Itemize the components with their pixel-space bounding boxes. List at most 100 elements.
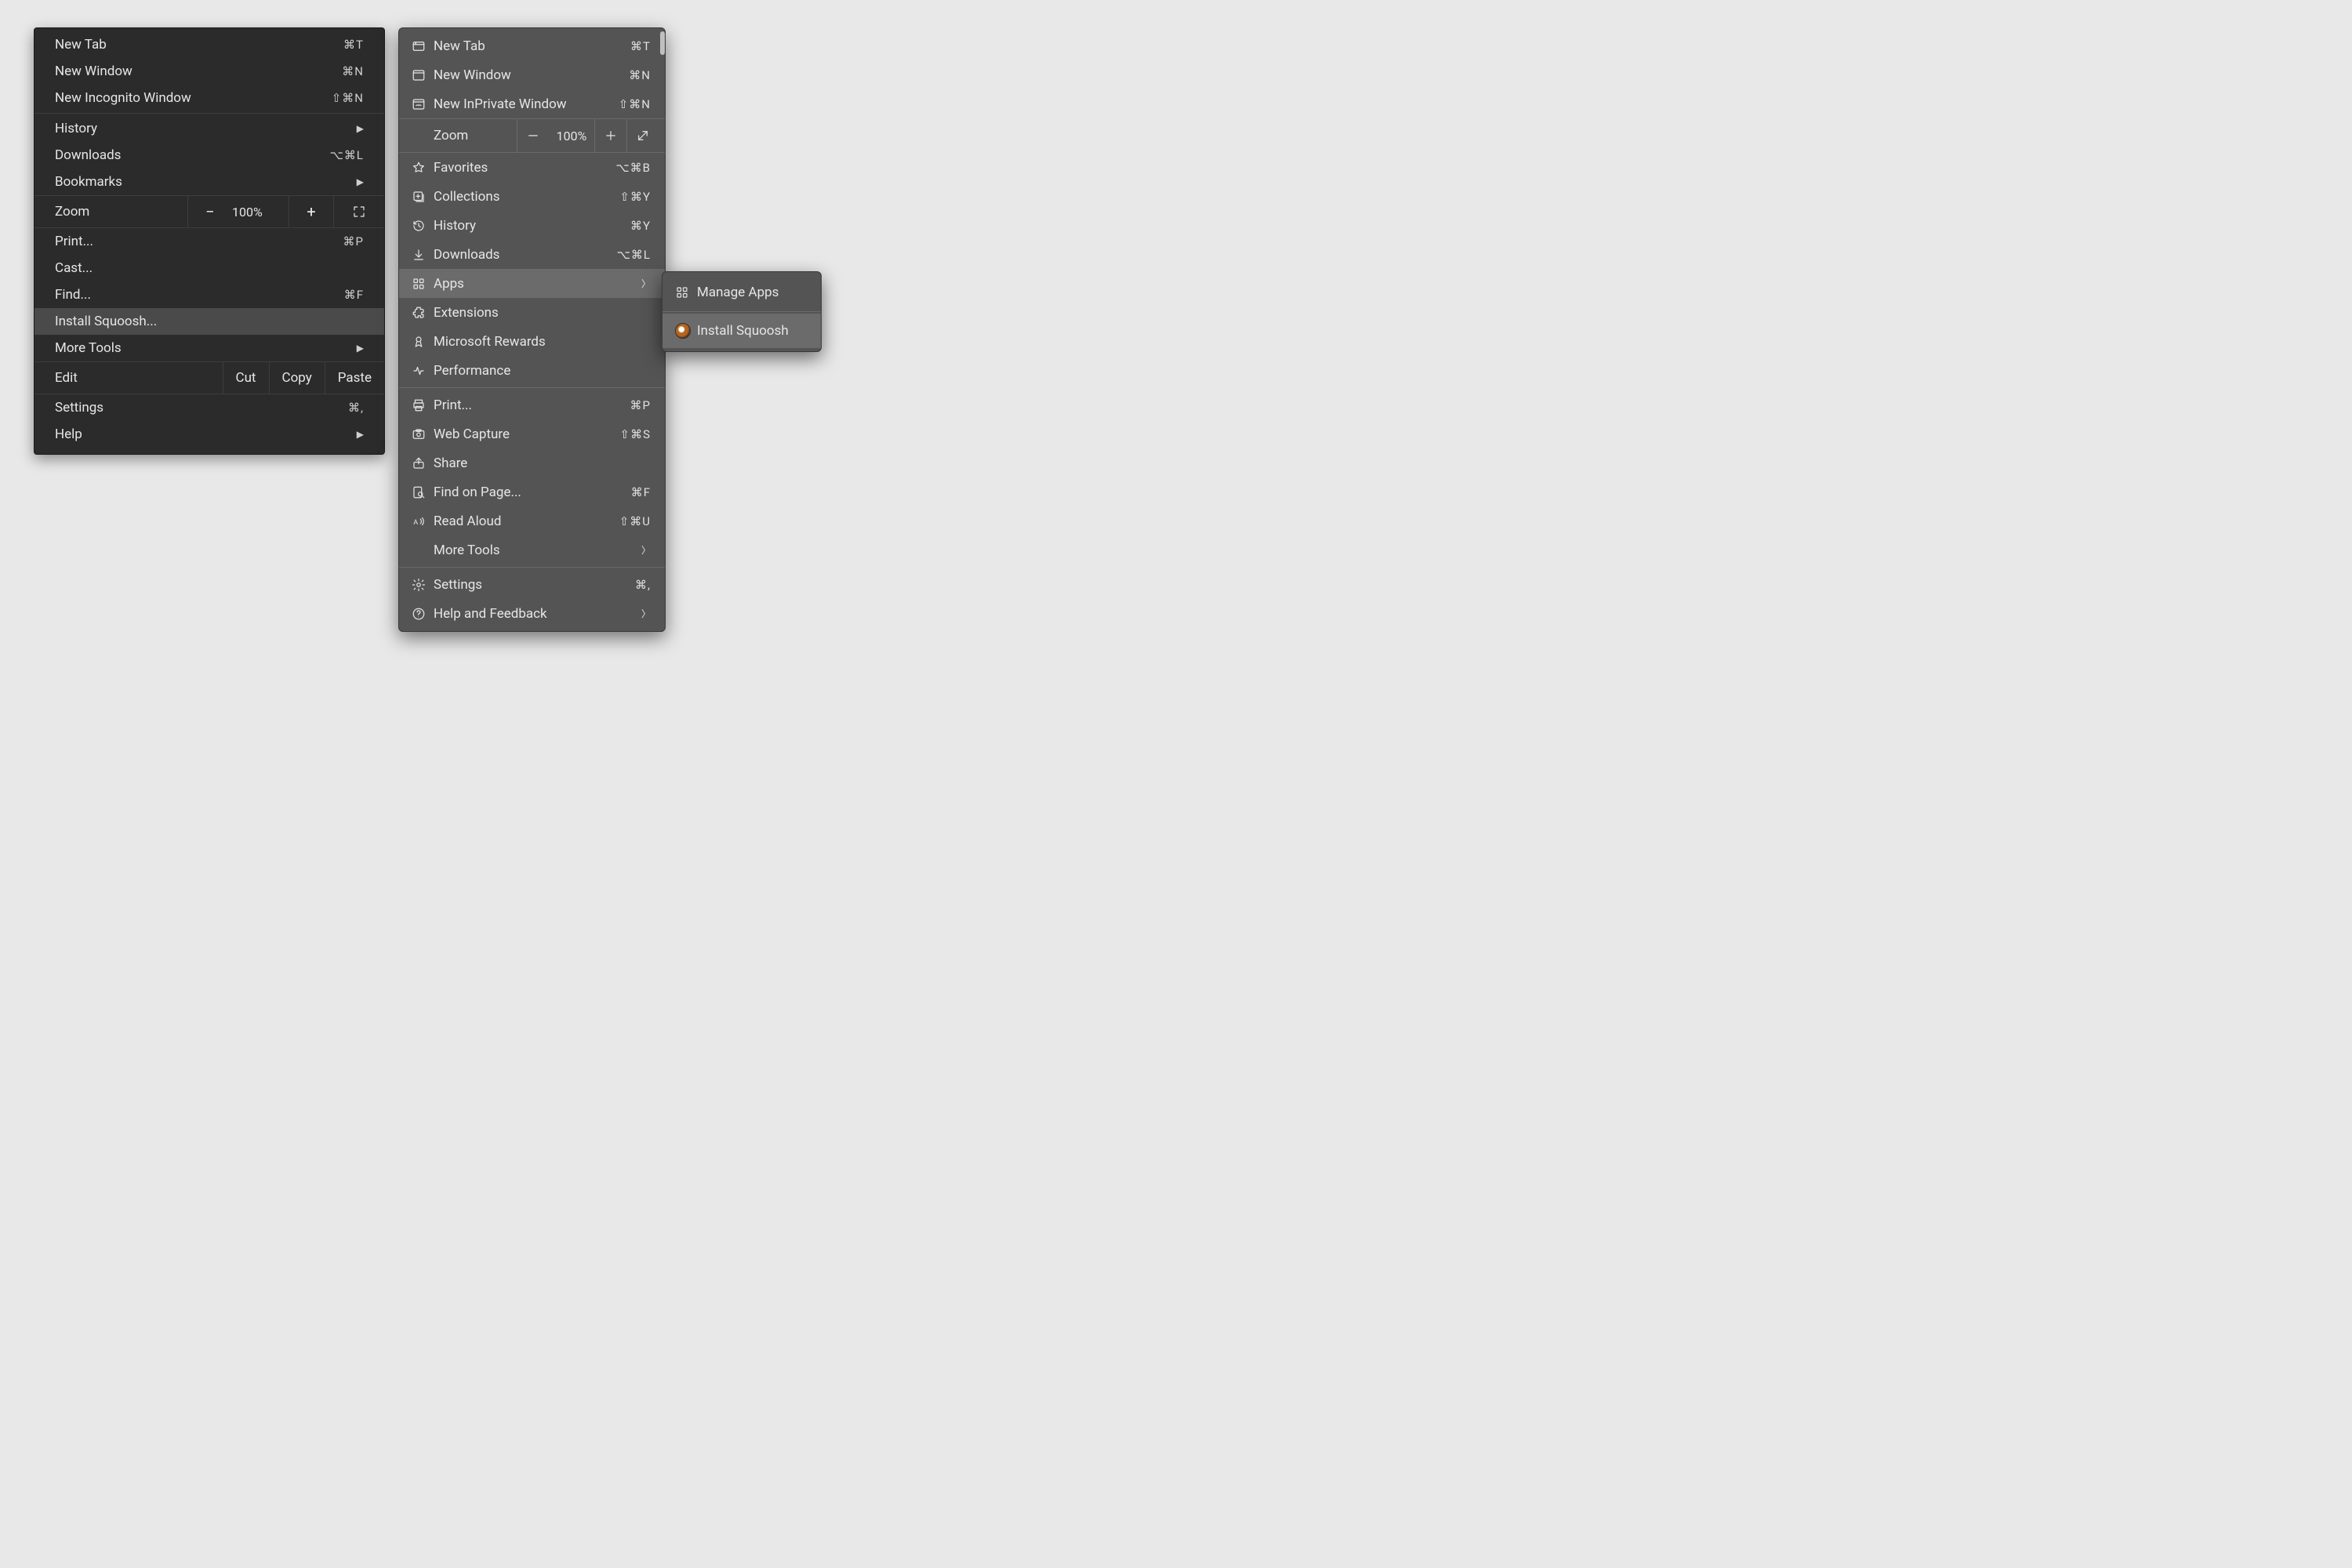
menu-label: Print... [434,397,630,413]
share-icon [412,456,434,470]
menu-label: Share [434,456,651,471]
menu-label: Read Aloud [434,514,619,529]
edit-label: Edit [34,362,223,394]
shortcut: ⌥⌘L [330,148,364,162]
apps-icon [675,285,697,299]
menu-item-web-capture[interactable]: Web Capture ⇧⌘S [399,419,665,448]
fullscreen-button[interactable] [333,196,384,227]
shortcut: ⌘N [629,68,651,82]
zoom-out-button[interactable]: − [187,196,232,227]
submenu-item-install-squoosh[interactable]: Install Squoosh [662,314,821,348]
chevron-right-icon: ▶ [357,429,364,440]
extensions-icon [412,306,434,320]
chevron-right-icon: 〉 [641,607,651,620]
zoom-out-button[interactable] [517,119,549,152]
zoom-in-button[interactable] [594,119,626,152]
apps-icon [412,277,434,291]
menu-item-history[interactable]: History ⌘Y [399,211,665,240]
menu-item-microsoft-rewards[interactable]: Microsoft Rewards [399,327,665,356]
menu-item-extensions[interactable]: Extensions [399,298,665,327]
menu-label: Cast... [55,260,364,276]
shortcut: ⌘P [630,398,651,412]
collections-icon [412,190,434,204]
menu-label: Extensions [434,305,651,321]
plus-icon [604,129,618,143]
help-icon [412,607,434,621]
menu-item-settings[interactable]: Settings ⌘, [34,394,384,421]
menu-item-new-incognito-window[interactable]: New Incognito Window ⇧⌘N [34,85,384,111]
chevron-right-icon: ▶ [357,343,364,354]
chevron-right-icon: ▶ [357,123,364,134]
menu-item-install-squoosh[interactable]: Install Squoosh... [34,308,384,335]
menu-label: New InPrivate Window [434,96,619,112]
zoom-in-button[interactable]: + [289,196,333,227]
chevron-right-icon: 〉 [641,543,651,557]
menu-item-apps[interactable]: Apps 〉 [399,269,665,298]
chevron-right-icon: 〉 [641,277,651,290]
zoom-label: Zoom [34,204,187,220]
shortcut: ⌥⌘L [617,248,651,262]
edge-apps-submenu: Manage Apps Install Squoosh [662,271,822,352]
menu-item-help-and-feedback[interactable]: Help and Feedback 〉 [399,599,665,628]
menu-item-downloads[interactable]: Downloads ⌥⌘L [34,142,384,169]
webcapture-icon [412,427,434,441]
menu-item-bookmarks[interactable]: Bookmarks ▶ [34,169,384,195]
zoom-value: 100% [549,129,594,143]
menu-item-performance[interactable]: Performance [399,356,665,385]
shortcut: ⌘Y [630,219,651,233]
menu-item-new-tab[interactable]: New Tab ⌘T [399,31,665,60]
menu-item-cast[interactable]: Cast... [34,255,384,281]
menu-item-more-tools[interactable]: More Tools 〉 [399,535,665,564]
menu-item-more-tools[interactable]: More Tools ▶ [34,335,384,361]
canvas: New Tab ⌘T New Window ⌘N New Incognito W… [0,0,1054,703]
menu-label: Print... [55,234,343,249]
menu-item-print[interactable]: Print... ⌘P [34,228,384,255]
menu-item-downloads[interactable]: Downloads ⌥⌘L [399,240,665,269]
menu-item-find[interactable]: Find... ⌘F [34,281,384,308]
history-icon [412,219,434,233]
menu-label: Apps [434,276,641,292]
menu-item-new-window[interactable]: New Window ⌘N [34,58,384,85]
fullscreen-button[interactable] [626,119,659,152]
settings-icon [412,578,434,592]
menu-item-settings[interactable]: Settings ⌘, [399,570,665,599]
minus-icon [526,129,540,143]
zoom-label: Zoom [434,128,517,143]
new-inprivate-icon [412,97,434,111]
menu-item-new-window[interactable]: New Window ⌘N [399,60,665,89]
menu-item-read-aloud[interactable]: Read Aloud ⇧⌘U [399,506,665,535]
zoom-row: Zoom 100% [399,118,665,153]
menu-label: New Tab [55,37,343,53]
paste-button[interactable]: Paste [325,362,384,394]
menu-label: History [434,218,630,234]
menu-item-new-inprivate-window[interactable]: New InPrivate Window ⇧⌘N [399,89,665,118]
scrollbar-thumb[interactable] [660,31,665,55]
menu-label: Find... [55,287,344,303]
rewards-icon [412,335,434,349]
menu-label: New Incognito Window [55,90,332,106]
zoom-value: 100% [232,205,289,220]
menu-label: More Tools [434,543,641,558]
shortcut: ⌘, [635,578,651,592]
downloads-icon [412,248,434,262]
menu-label: Downloads [434,247,617,263]
expand-icon [636,129,650,143]
menu-item-print[interactable]: Print... ⌘P [399,390,665,419]
menu-item-favorites[interactable]: Favorites ⌥⌘B [399,153,665,182]
menu-separator [399,567,665,568]
shortcut: ⌘T [630,39,651,53]
menu-item-history[interactable]: History ▶ [34,115,384,142]
submenu-item-manage-apps[interactable]: Manage Apps [662,275,821,310]
shortcut: ⌥⌘B [615,161,651,175]
cut-button[interactable]: Cut [223,362,269,394]
menu-label: Settings [434,577,635,593]
menu-item-new-tab[interactable]: New Tab ⌘T [34,31,384,58]
new-tab-icon [412,39,434,53]
menu-item-find-on-page[interactable]: Find on Page... ⌘F [399,477,665,506]
menu-item-collections[interactable]: Collections ⇧⌘Y [399,182,665,211]
shortcut: ⌘, [348,401,364,415]
readaloud-icon [412,514,434,528]
menu-item-share[interactable]: Share [399,448,665,477]
copy-button[interactable]: Copy [269,362,325,394]
menu-item-help[interactable]: Help ▶ [34,421,384,448]
